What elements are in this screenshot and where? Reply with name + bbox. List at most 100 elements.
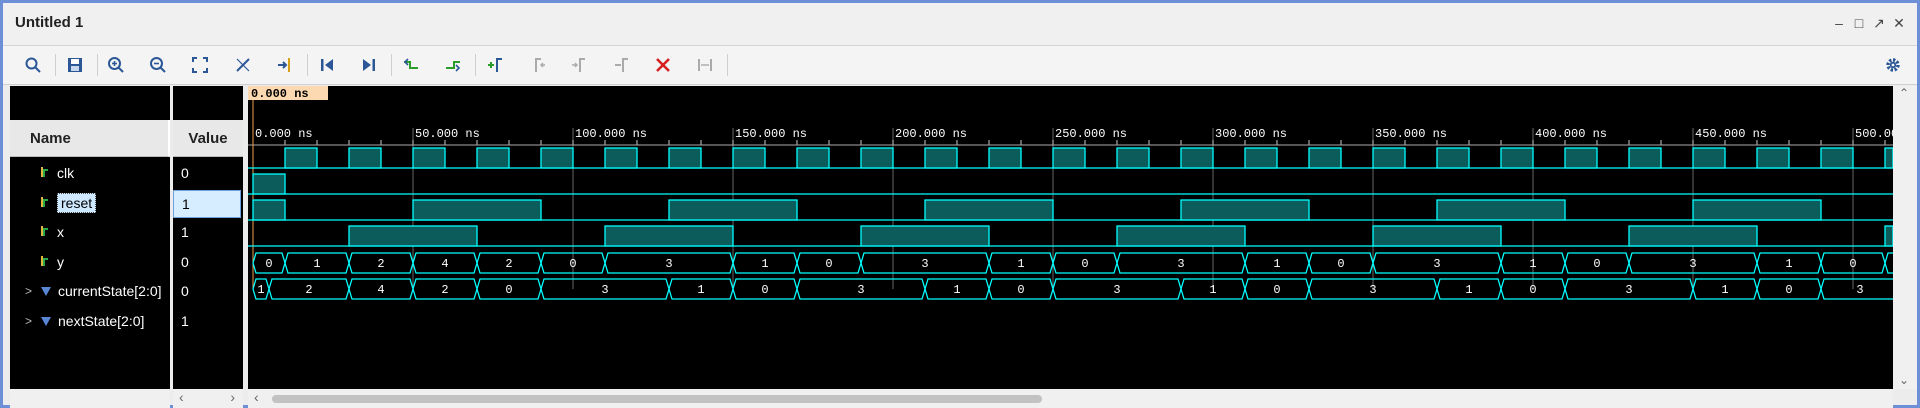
signal-name: currentState[2:0] bbox=[58, 283, 162, 299]
bus-value: 2 bbox=[377, 257, 384, 271]
signal-value[interactable]: 1 bbox=[173, 308, 243, 334]
bus-value: 1 bbox=[761, 257, 768, 271]
waveform-viewer[interactable]: 0.000 ns 50.000 ns 100.000 ns 150.000 ns 200… bbox=[248, 86, 1920, 389]
bus-value: 1 bbox=[1785, 257, 1792, 271]
value-panel-scrollbar[interactable]: ‹ › bbox=[173, 389, 243, 408]
wave-high-pulse bbox=[924, 147, 958, 169]
zoom-in-icon[interactable] bbox=[104, 54, 128, 76]
signal-row-y[interactable]: y bbox=[10, 249, 170, 275]
snap-marker-icon[interactable] bbox=[609, 54, 633, 76]
close-icon[interactable]: ✕ bbox=[1891, 15, 1907, 31]
time-label: 250.000 ns bbox=[1055, 127, 1127, 141]
signal-row-x[interactable]: x bbox=[10, 219, 170, 245]
signal-row-nextState[interactable]: > nextState[2:0] bbox=[10, 308, 170, 334]
vertical-scrollbar[interactable]: ⌃ ⌄ bbox=[1893, 86, 1917, 389]
bus-value: 3 bbox=[1433, 257, 1440, 271]
wave-high-pulse bbox=[252, 199, 286, 221]
scroll-left-icon[interactable]: ‹ bbox=[179, 389, 184, 405]
bus-value: 3 bbox=[1625, 283, 1632, 297]
signal-value[interactable]: 0 bbox=[173, 160, 243, 186]
wave-high-pulse bbox=[348, 147, 382, 169]
previous-transition-icon[interactable] bbox=[399, 54, 423, 76]
bus-value: 1 bbox=[1273, 257, 1280, 271]
wave-high-pulse bbox=[860, 147, 894, 169]
time-label: 0.000 ns bbox=[255, 127, 313, 141]
bus-value: 1 bbox=[1209, 283, 1216, 297]
next-transition-icon[interactable] bbox=[441, 54, 465, 76]
bus-value: 1 bbox=[697, 283, 704, 297]
value-column-header[interactable]: Value bbox=[173, 120, 243, 157]
signal-row-currentState[interactable]: > currentState[2:0] bbox=[10, 278, 170, 304]
bus-value: 3 bbox=[1113, 283, 1120, 297]
signal-row-reset[interactable]: reset bbox=[10, 190, 170, 216]
signal-icon bbox=[41, 167, 48, 177]
bus-value: 1 bbox=[953, 283, 960, 297]
signal-value[interactable]: 1 bbox=[173, 219, 243, 245]
signal-value-panel: Value 011001 bbox=[173, 86, 243, 389]
signal-value[interactable]: 0 bbox=[173, 278, 243, 304]
wave-high-pulse bbox=[1564, 147, 1598, 169]
horizontal-scrollbar[interactable]: ‹ bbox=[248, 389, 1893, 408]
bus-value: 3 bbox=[857, 283, 864, 297]
wave-high-pulse bbox=[1628, 225, 1758, 247]
wave-high-pulse bbox=[1372, 147, 1406, 169]
wave-scroll-left-icon[interactable]: ‹ bbox=[254, 389, 259, 405]
time-label: 150.000 ns bbox=[735, 127, 807, 141]
wave-high-pulse bbox=[1180, 147, 1214, 169]
previous-marker-icon[interactable] bbox=[525, 54, 549, 76]
wave-high-pulse bbox=[668, 147, 702, 169]
scroll-right-icon[interactable]: › bbox=[230, 389, 235, 405]
expand-arrow-icon[interactable]: > bbox=[25, 314, 32, 328]
bus-value: 0 bbox=[1081, 257, 1088, 271]
settings-icon[interactable] bbox=[1881, 54, 1905, 76]
wave-high-pulse bbox=[668, 199, 798, 221]
swap-cursors-icon[interactable] bbox=[693, 54, 717, 76]
bus-value: 1 bbox=[313, 257, 320, 271]
add-marker-icon[interactable] bbox=[483, 54, 507, 76]
wave-high-pulse bbox=[476, 147, 510, 169]
time-label: 100.000 ns bbox=[575, 127, 647, 141]
signal-icon bbox=[41, 196, 48, 207]
bus-value: 0 bbox=[761, 283, 768, 297]
bus-icon bbox=[41, 287, 51, 296]
next-marker-icon[interactable] bbox=[567, 54, 591, 76]
save-icon[interactable] bbox=[63, 54, 87, 76]
waveform-canvas[interactable]: 0.000 ns 50.000 ns 100.000 ns 150.000 ns 200… bbox=[248, 86, 1920, 389]
signal-row-clk[interactable]: clk bbox=[10, 160, 170, 186]
scroll-up-icon[interactable]: ⌃ bbox=[1899, 86, 1909, 100]
wave-high-pulse bbox=[796, 147, 830, 169]
wave-high-pulse bbox=[1756, 147, 1790, 169]
goto-start-icon[interactable] bbox=[315, 54, 339, 76]
bus-value: 1 bbox=[257, 283, 264, 297]
wave-high-pulse bbox=[1244, 147, 1278, 169]
bus-value: 3 bbox=[601, 283, 608, 297]
minimize-icon[interactable]: – bbox=[1831, 15, 1847, 31]
signal-value[interactable]: 1 bbox=[173, 189, 241, 218]
expand-arrow-icon[interactable]: > bbox=[25, 284, 32, 298]
bus-value: 0 bbox=[1529, 283, 1536, 297]
goto-end-icon[interactable] bbox=[357, 54, 381, 76]
scroll-down-icon[interactable]: ⌄ bbox=[1899, 373, 1909, 387]
window-title: Untitled 1 bbox=[15, 14, 84, 31]
float-icon[interactable]: ↗ bbox=[1871, 15, 1887, 31]
cursor-to-zero-icon[interactable] bbox=[231, 54, 255, 76]
goto-cursor-icon[interactable] bbox=[273, 54, 297, 76]
bus-value: 1 bbox=[1529, 257, 1536, 271]
signal-value[interactable]: 0 bbox=[173, 249, 243, 275]
name-column-header[interactable]: Name bbox=[10, 120, 170, 157]
delete-marker-icon[interactable] bbox=[651, 54, 675, 76]
signal-name: reset bbox=[57, 192, 97, 213]
bus-value: 2 bbox=[505, 257, 512, 271]
signal-name: x bbox=[57, 224, 64, 240]
bus-value: 0 bbox=[505, 283, 512, 297]
wave-high-pulse bbox=[1628, 147, 1662, 169]
restore-icon[interactable]: □ bbox=[1851, 15, 1867, 31]
bus-segment bbox=[1884, 252, 1900, 274]
bus-value: 0 bbox=[265, 257, 272, 271]
search-icon[interactable] bbox=[21, 54, 45, 76]
zoom-fit-icon[interactable] bbox=[188, 54, 212, 76]
horizontal-scroll-thumb[interactable] bbox=[272, 395, 1042, 403]
zoom-out-icon[interactable] bbox=[146, 54, 170, 76]
name-panel-scrollbar[interactable] bbox=[10, 389, 170, 408]
title-bar: Untitled 1 – □ ↗ ✕ bbox=[3, 3, 1917, 46]
